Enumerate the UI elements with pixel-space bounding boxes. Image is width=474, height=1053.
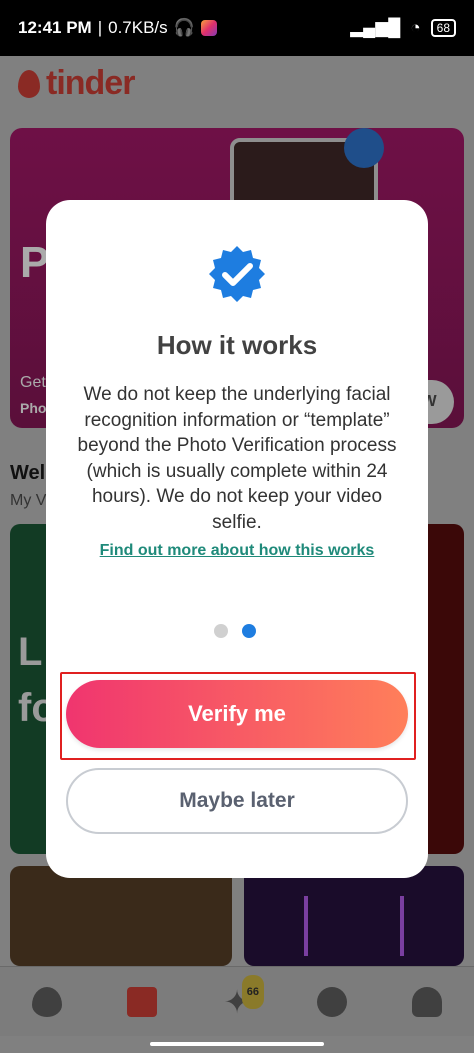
explore-card-bottom-left[interactable] <box>10 866 232 966</box>
nav-profile-icon[interactable] <box>411 986 442 1017</box>
status-time: 12:41 PM <box>18 18 92 37</box>
wifi-icon: ◔ <box>410 18 421 37</box>
card-heading: P <box>20 238 50 287</box>
modal-description: We do not keep the underlying facial rec… <box>77 384 397 533</box>
nav-explore-icon[interactable] <box>127 986 158 1017</box>
flame-icon <box>18 69 40 98</box>
tinder-logo: tinder <box>18 64 135 103</box>
pagination-dot-active[interactable] <box>242 624 256 638</box>
pagination-dot[interactable] <box>214 624 228 638</box>
learn-more-link[interactable]: Find out more about how this works <box>46 542 428 560</box>
verified-check-icon <box>209 246 265 302</box>
likes-count-badge: 66 <box>241 974 264 1009</box>
battery-indicator: 68 <box>430 19 456 37</box>
highlight-box <box>60 672 416 760</box>
welcome-heading: Wel <box>10 462 46 484</box>
nav-chat-icon[interactable] <box>316 986 347 1017</box>
logo-text: tinder <box>46 64 135 102</box>
status-network-speed: 0.7KB/s <box>108 18 168 37</box>
status-bar: 12:41 PM | 0.7KB/s 🎧 ▂▄▆█ ◔ 68 <box>0 0 474 56</box>
instagram-icon <box>200 20 217 36</box>
headphones-icon: 🎧 <box>173 18 195 37</box>
bottom-navigation: ✦ 66 <box>0 966 474 1036</box>
modal-title: How it works <box>156 330 318 360</box>
maybe-later-button[interactable]: Maybe later <box>66 768 408 834</box>
neon-coil-image <box>304 896 404 956</box>
nav-home-flame-icon[interactable] <box>32 986 63 1017</box>
gesture-home-bar <box>150 1042 324 1046</box>
pagination-dots <box>214 624 256 638</box>
status-separator: | <box>97 18 103 37</box>
explore-card-bottom-right[interactable] <box>244 866 464 966</box>
my-vibe-subheading: My V <box>10 492 47 509</box>
card-subtext: Get <box>20 374 46 391</box>
signal-icon: ▂▄▆█ <box>350 18 401 37</box>
verified-badge-icon <box>344 128 384 168</box>
card-subtext-2: Pho <box>20 400 47 416</box>
nav-likes-star-icon[interactable]: ✦ 66 <box>222 974 264 1018</box>
